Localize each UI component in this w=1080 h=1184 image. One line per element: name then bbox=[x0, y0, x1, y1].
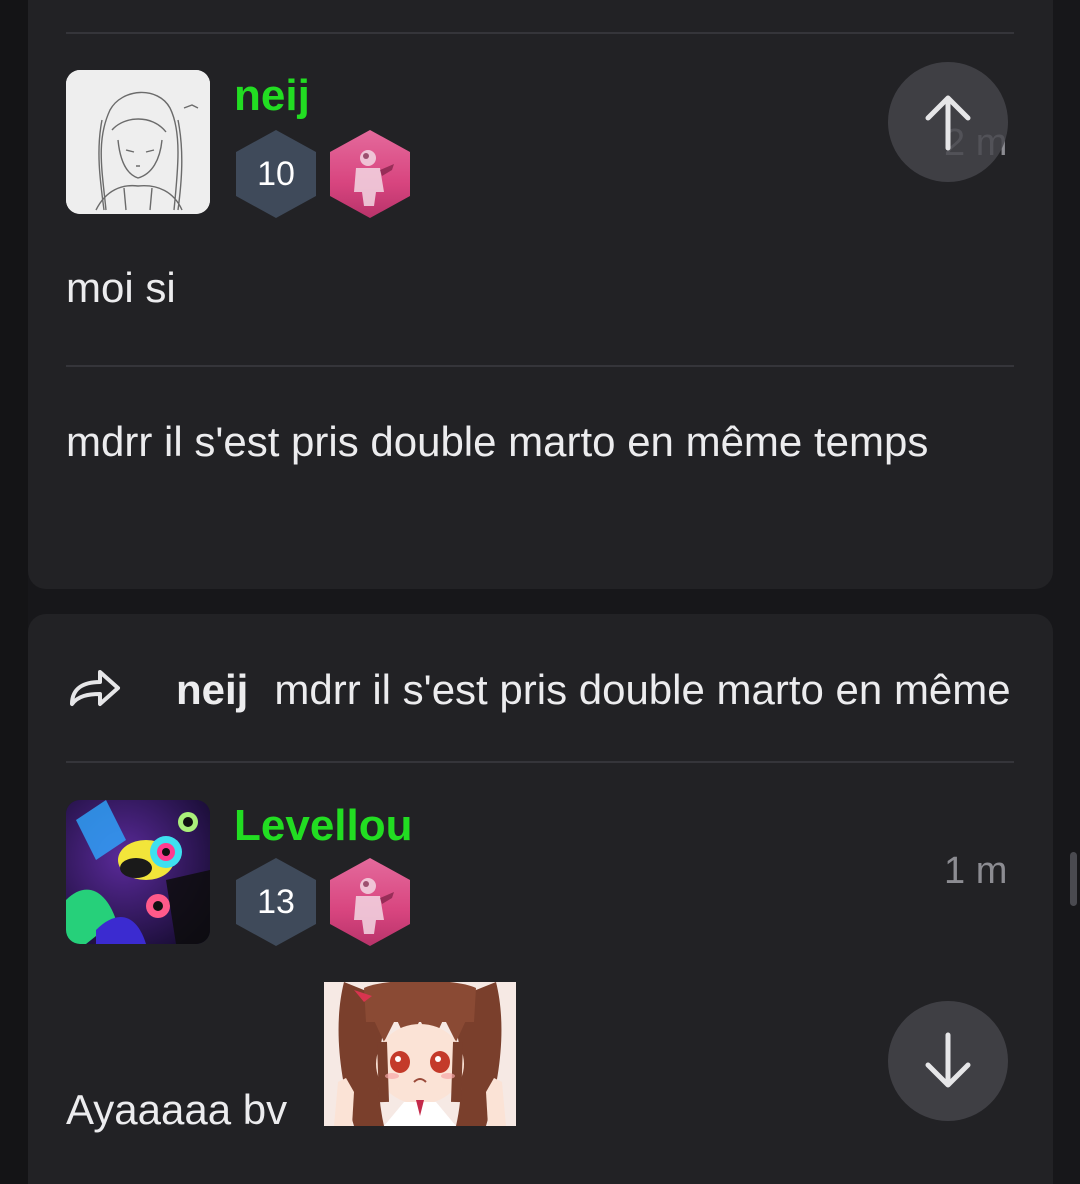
user-avatar[interactable] bbox=[66, 70, 210, 214]
divider bbox=[66, 365, 1014, 367]
left-edge bbox=[0, 0, 28, 1184]
divider bbox=[66, 761, 1014, 763]
level-badge: 13 bbox=[236, 858, 316, 946]
message-text: Ayaaaaa bv bbox=[66, 1086, 288, 1133]
message-text: moi si bbox=[66, 264, 176, 311]
username[interactable]: neij bbox=[234, 74, 310, 118]
arrow-down-icon bbox=[925, 1032, 971, 1088]
anime-girl-sticker[interactable] bbox=[324, 982, 516, 1126]
reply-arrow-icon bbox=[66, 668, 122, 712]
sketch-girl-avatar-icon bbox=[66, 70, 210, 214]
reply-username: neij bbox=[176, 666, 249, 713]
arrow-up-icon bbox=[925, 95, 971, 151]
level-badge: 10 bbox=[236, 130, 316, 218]
username[interactable]: Levellou bbox=[234, 804, 413, 848]
role-badge-icon bbox=[330, 858, 410, 946]
user-avatar[interactable] bbox=[66, 800, 210, 944]
role-badge-icon bbox=[330, 130, 410, 218]
scrollbar-thumb[interactable] bbox=[1070, 852, 1077, 906]
reply-preview[interactable]: neij mdrr il s'est pris double marto en … bbox=[66, 652, 1016, 728]
divider bbox=[66, 32, 1014, 34]
neon-clown-avatar-icon bbox=[66, 800, 210, 944]
scroll-up-button[interactable] bbox=[888, 62, 1008, 182]
message-text: mdrr il s'est pris double marto en même … bbox=[66, 418, 929, 465]
reply-text: mdrr il s'est pris double marto en même … bbox=[274, 666, 1016, 713]
message-card: neij mdrr il s'est pris double marto en … bbox=[28, 614, 1053, 1184]
scroll-down-button[interactable] bbox=[888, 1001, 1008, 1121]
message-time: 1 m bbox=[944, 850, 1008, 892]
